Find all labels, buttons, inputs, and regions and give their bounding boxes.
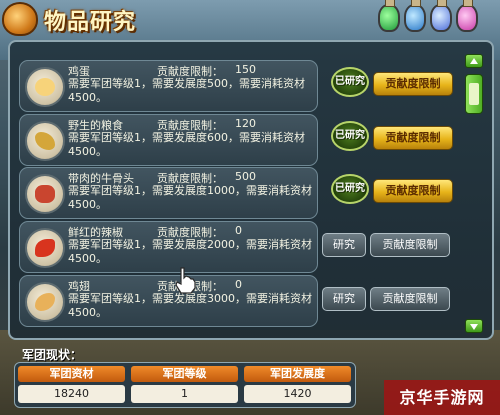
chili-icon [25, 228, 65, 268]
contribution-limit-button[interactable]: 贡献度限制 [370, 233, 450, 257]
item-requirements: 需要军团等级1，需要发展度2000，需要消耗资材4500。 [68, 238, 312, 265]
research-item: 带肉的牛骨头 贡献度限制： 500 需要军团等级1，需要发展度1000，需要消耗… [19, 167, 318, 219]
item-requirements: 需要军团等级1，需要发展度600，需要消耗资材4500。 [68, 131, 305, 158]
research-button[interactable]: 研究 [322, 287, 366, 311]
legion-status-label: 军团现状： [22, 348, 83, 362]
status-column: 军团资材 18240 [15, 363, 128, 407]
research-button[interactable]: 研究 [322, 233, 366, 257]
scroll-thumb[interactable] [465, 74, 483, 114]
contribution-limit-button[interactable]: 贡献度限制 [373, 72, 453, 96]
pink-potion-icon [456, 0, 478, 32]
contribution-limit-value: 0 [235, 278, 242, 291]
contribution-limit-value: 150 [235, 63, 256, 76]
item-bag-icon [2, 2, 38, 36]
contribution-limit-button[interactable]: 贡献度限制 [373, 179, 453, 203]
status-value: 1420 [244, 385, 351, 403]
status-column: 军团发展度 1420 [241, 363, 354, 407]
status-header: 军团资材 [18, 366, 125, 382]
status-value: 18240 [18, 385, 125, 403]
status-header: 军团等级 [131, 366, 238, 382]
status-column: 军团等级 1 [128, 363, 241, 407]
egg-icon [25, 67, 65, 107]
researched-badge: 已研究 [331, 67, 369, 97]
contribution-limit-value: 0 [235, 224, 242, 237]
status-value: 1 [131, 385, 238, 403]
item-requirements: 需要军团等级1，需要发展度3000，需要消耗资材4500。 [68, 292, 312, 319]
blue-potion-icon [404, 0, 426, 32]
contribution-limit-button[interactable]: 贡献度限制 [373, 126, 453, 150]
chicken-wing-icon [25, 282, 65, 322]
blue-potion-icon-2 [430, 0, 452, 32]
wheat-icon [25, 121, 65, 161]
scrollbar[interactable] [465, 54, 485, 334]
research-item: 鸡蛋 贡献度限制： 150 需要军团等级1，需要发展度500，需要消耗资材450… [19, 60, 318, 112]
item-requirements: 需要军团等级1，需要发展度1000，需要消耗资材4500。 [68, 184, 312, 211]
meat-bone-icon [25, 174, 65, 214]
contribution-limit-value: 120 [235, 117, 256, 130]
hand-cursor-icon [175, 267, 196, 294]
scroll-down-button[interactable] [465, 319, 483, 333]
research-item: 野生的粮食 贡献度限制： 120 需要军团等级1，需要发展度600，需要消耗资材… [19, 114, 318, 166]
research-item: 鲜红的辣椒 贡献度限制： 0 需要军团等级1，需要发展度2000，需要消耗资材4… [19, 221, 318, 273]
green-potion-icon [378, 0, 400, 32]
title-bar: 物品研究 [0, 0, 500, 40]
contribution-limit-value: 500 [235, 170, 256, 183]
site-watermark: 京华手游网 [384, 380, 500, 415]
window-title: 物品研究 [44, 10, 137, 35]
scroll-up-button[interactable] [465, 54, 483, 68]
legion-status-table: 军团资材 18240 军团等级 1 军团发展度 1420 [14, 362, 356, 408]
research-item: 鸡翅 贡献度限制： 0 需要军团等级1，需要发展度3000，需要消耗资材4500… [19, 275, 318, 327]
researched-badge: 已研究 [331, 121, 369, 151]
item-requirements: 需要军团等级1，需要发展度500，需要消耗资材4500。 [68, 77, 305, 104]
researched-badge: 已研究 [331, 174, 369, 204]
contribution-limit-button[interactable]: 贡献度限制 [370, 287, 450, 311]
status-header: 军团发展度 [244, 366, 351, 382]
